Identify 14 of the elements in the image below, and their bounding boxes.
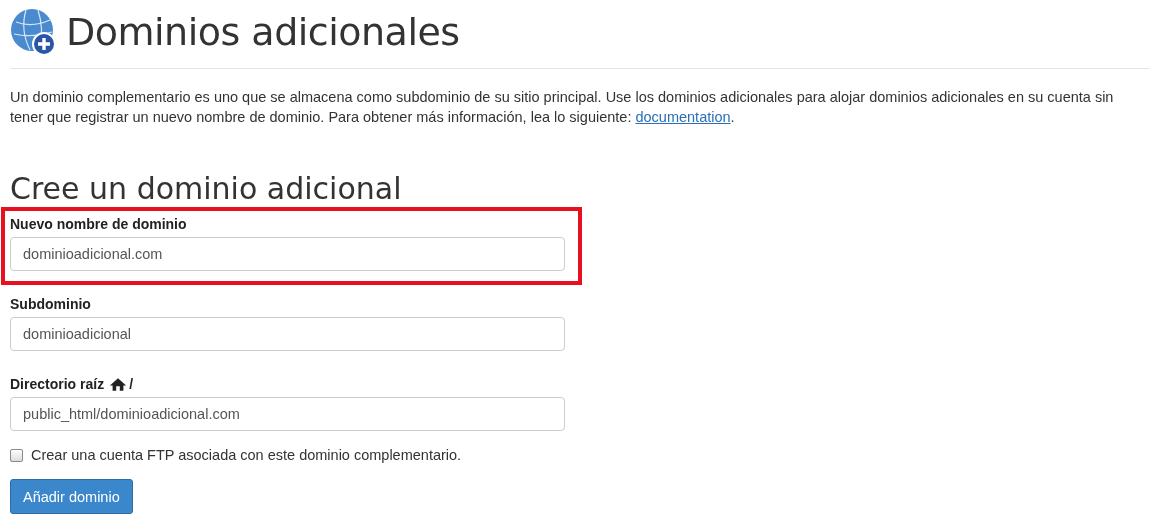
text-field[interactable]: dominioadicional.com <box>10 237 565 271</box>
text-field[interactable]: dominioadicional <box>10 317 565 351</box>
checkbox-label: Crear una cuenta FTP asociada con este dominio complementario. <box>31 447 462 463</box>
intro-paragraph: Un dominio complementario es uno que se almacena como subdominio de su sitio principal. Use los dominios adicionales para alojar dominios adicionales en su cuenta sin tener que registrar un nuevo nombre de dominio. Para obtener más información, lea lo siguiente: documentation. <box>10 88 1115 127</box>
page-title: Dominios adicionales <box>66 10 460 54</box>
path-separator: / <box>129 376 134 392</box>
documentation-link[interactable]: documentation <box>635 109 731 125</box>
field-label: Nuevo nombre de dominio <box>10 216 187 232</box>
field-label: Subdominio <box>10 296 91 312</box>
checkbox[interactable] <box>10 448 23 462</box>
field-label: Directorio raíz <box>10 376 105 392</box>
add-domain-button[interactable]: Añadir dominio <box>10 479 133 514</box>
section-heading: Cree un dominio adicional <box>10 171 403 207</box>
text-field[interactable]: public_html/dominioadicional.com <box>10 397 565 431</box>
